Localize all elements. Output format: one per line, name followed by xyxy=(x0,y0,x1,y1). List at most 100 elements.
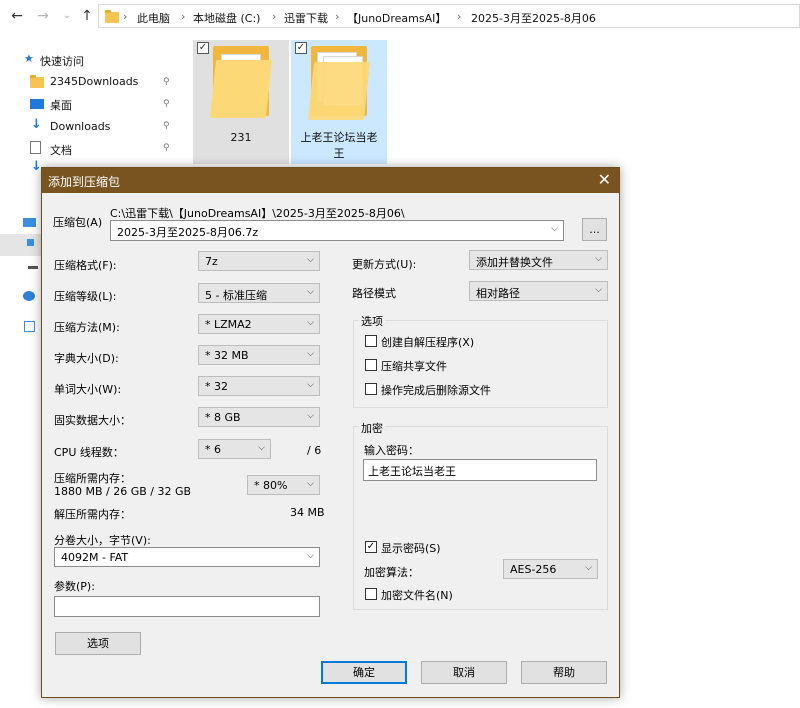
pin-icon: ⚲ xyxy=(163,121,170,131)
show-password-checkbox[interactable]: ✓ xyxy=(365,541,377,553)
archive-name-value: 2025-3月至2025-8月06.7z xyxy=(117,226,259,239)
encrypt-method-value: AES-256 xyxy=(510,563,557,576)
dialog-titlebar[interactable]: 添加到压缩包 ✕ xyxy=(42,168,619,193)
checkbox-icon[interactable]: ✓ xyxy=(295,42,307,54)
dict-value: * 32 MB xyxy=(205,349,249,362)
close-icon[interactable]: ✕ xyxy=(598,170,611,190)
solid-label: 固实数据大小： xyxy=(54,414,131,427)
chevron-down-icon: ⌵ xyxy=(307,318,314,328)
options-button[interactable]: 选项 xyxy=(55,632,141,655)
chevron-down-icon: ⌵ xyxy=(307,411,314,421)
breadcrumb-this-pc[interactable]: 此电脑 xyxy=(137,10,170,26)
shared-checkbox[interactable] xyxy=(365,359,377,371)
volume-label: 分卷大小，字节(V): xyxy=(54,534,151,547)
level-select[interactable]: 5 - 标准压缩 ⌵ xyxy=(198,283,320,303)
level-value: 5 - 标准压缩 xyxy=(205,289,267,302)
word-value: * 32 xyxy=(205,380,228,393)
sfx-label[interactable]: 创建自解压程序(X) xyxy=(381,334,474,350)
chevron-down-icon: ⌵ xyxy=(595,285,602,295)
breadcrumb-current-folder[interactable]: 2025-3月至2025-8月06 xyxy=(471,10,596,26)
folder-item[interactable]: ✓ 上老王论坛当老 王 xyxy=(291,40,387,164)
method-select[interactable]: * LZMA2 ⌵ xyxy=(198,314,320,334)
format-select[interactable]: 7z ⌵ xyxy=(198,251,320,271)
star-icon: ★ xyxy=(24,52,34,65)
archive-path: C:\迅雷下载\【JunoDreamsAI】\2025-3月至2025-8月06… xyxy=(110,207,405,220)
back-button[interactable]: ← xyxy=(8,7,26,25)
archive-label: 压缩包(A) xyxy=(53,216,103,229)
params-input[interactable] xyxy=(54,596,320,617)
encrypt-names-checkbox[interactable] xyxy=(365,588,377,600)
volume-combo[interactable]: 4092M - FAT ⌵ xyxy=(54,547,320,567)
cpu-select[interactable]: * 6 ⌵ xyxy=(198,439,271,459)
mem-comp-detail: 1880 MB / 26 GB / 32 GB xyxy=(54,485,192,498)
password-input[interactable]: 上老王论坛当老王 xyxy=(363,459,597,481)
solid-select[interactable]: * 8 GB ⌵ xyxy=(198,407,320,427)
breadcrumb-xunlei[interactable]: 迅雷下载 xyxy=(284,10,328,26)
path-mode-label: 路径模式 xyxy=(352,287,396,300)
cpu-label: CPU 线程数： xyxy=(54,446,124,459)
sidebar-item-downloads[interactable]: Downloads xyxy=(50,120,110,133)
recent-locations-button[interactable]: ⌄ xyxy=(58,7,76,25)
mem-usage-value: * 80% xyxy=(254,479,288,492)
password-label: 输入密码： xyxy=(364,444,419,457)
pin-icon: ⚲ xyxy=(163,77,170,87)
browse-button[interactable]: ... xyxy=(582,218,607,241)
computer-icon xyxy=(23,218,36,227)
delete-after-checkbox[interactable] xyxy=(365,383,377,395)
cancel-button[interactable]: 取消 xyxy=(421,661,507,684)
show-password-label[interactable]: 显示密码(S) xyxy=(381,540,441,556)
folder-icon xyxy=(105,10,119,23)
folder-name-line1: 上老王论坛当老 xyxy=(300,131,378,144)
sidebar-item-2345downloads[interactable]: 2345Downloads xyxy=(50,75,138,88)
chevron-down-icon: ⌵ xyxy=(551,224,558,234)
encrypt-names-label[interactable]: 加密文件名(N) xyxy=(381,587,453,603)
address-bar[interactable]: › 此电脑 › 本地磁盘 (C:) › 迅雷下载 › 【JunoDreamsAI… xyxy=(98,4,800,28)
params-label: 参数(P): xyxy=(54,580,95,593)
up-button[interactable]: ↑ xyxy=(78,7,96,25)
drive-icon xyxy=(27,239,34,246)
ok-button[interactable]: 确定 xyxy=(321,661,407,684)
sfx-checkbox[interactable] xyxy=(365,335,377,347)
help-button[interactable]: 帮助 xyxy=(521,661,607,684)
delete-after-label[interactable]: 操作完成后删除源文件 xyxy=(381,382,491,398)
dict-select[interactable]: * 32 MB ⌵ xyxy=(198,345,320,365)
folder-icon xyxy=(30,75,44,88)
document-icon xyxy=(30,141,41,154)
folder-name-line2: 王 xyxy=(333,147,345,160)
update-select[interactable]: 添加并替换文件 ⌵ xyxy=(469,250,608,270)
cpu-value: * 6 xyxy=(205,443,221,456)
mem-decomp-label: 解压所需内存： xyxy=(54,508,131,521)
level-label: 压缩等级(L): xyxy=(54,290,117,303)
folder-name: 231 xyxy=(230,131,252,144)
chevron-down-icon: ⌵ xyxy=(307,380,314,390)
breadcrumb-junodreams[interactable]: 【JunoDreamsAI】 xyxy=(347,10,446,26)
update-value: 添加并替换文件 xyxy=(476,256,553,269)
checkbox-icon[interactable]: ✓ xyxy=(197,42,209,54)
chevron-down-icon: ⌵ xyxy=(307,349,314,359)
shared-label[interactable]: 压缩共享文件 xyxy=(381,358,447,374)
desktop-icon xyxy=(30,99,44,109)
encryption-group-title: 加密 xyxy=(359,420,385,436)
add-to-archive-dialog: 添加到压缩包 ✕ 压缩包(A) C:\迅雷下载\【JunoDreamsAI】\2… xyxy=(41,167,620,698)
word-select[interactable]: * 32 ⌵ xyxy=(198,376,320,396)
solid-value: * 8 GB xyxy=(205,411,241,424)
chevron-down-icon: ⌵ xyxy=(307,551,314,561)
format-label: 压缩格式(F): xyxy=(54,259,117,272)
forward-button[interactable]: → xyxy=(34,7,52,25)
drive-icon xyxy=(28,266,38,269)
sidebar-quick-access[interactable]: 快速访问 xyxy=(40,53,84,69)
archive-name-combo[interactable]: 2025-3月至2025-8月06.7z ⌵ xyxy=(110,220,564,241)
method-value: * LZMA2 xyxy=(205,318,252,331)
path-mode-select[interactable]: 相对路径 ⌵ xyxy=(469,281,608,301)
chevron-down-icon: ⌵ xyxy=(307,287,314,297)
pin-icon: ⚲ xyxy=(163,99,170,109)
mem-decomp-value: 34 MB xyxy=(290,506,325,519)
breadcrumb-drive-c[interactable]: 本地磁盘 (C:) xyxy=(193,10,260,26)
sidebar-item-desktop[interactable]: 桌面 xyxy=(50,97,72,113)
chevron-down-icon: ⌵ xyxy=(585,563,592,573)
download-arrow-icon: ↓ xyxy=(31,117,42,132)
folder-item[interactable]: ✓ 231 xyxy=(193,40,289,164)
sidebar-item-documents[interactable]: 文档 xyxy=(50,142,72,158)
mem-usage-select[interactable]: * 80% ⌵ xyxy=(247,475,320,495)
encrypt-method-select[interactable]: AES-256 ⌵ xyxy=(503,559,598,579)
